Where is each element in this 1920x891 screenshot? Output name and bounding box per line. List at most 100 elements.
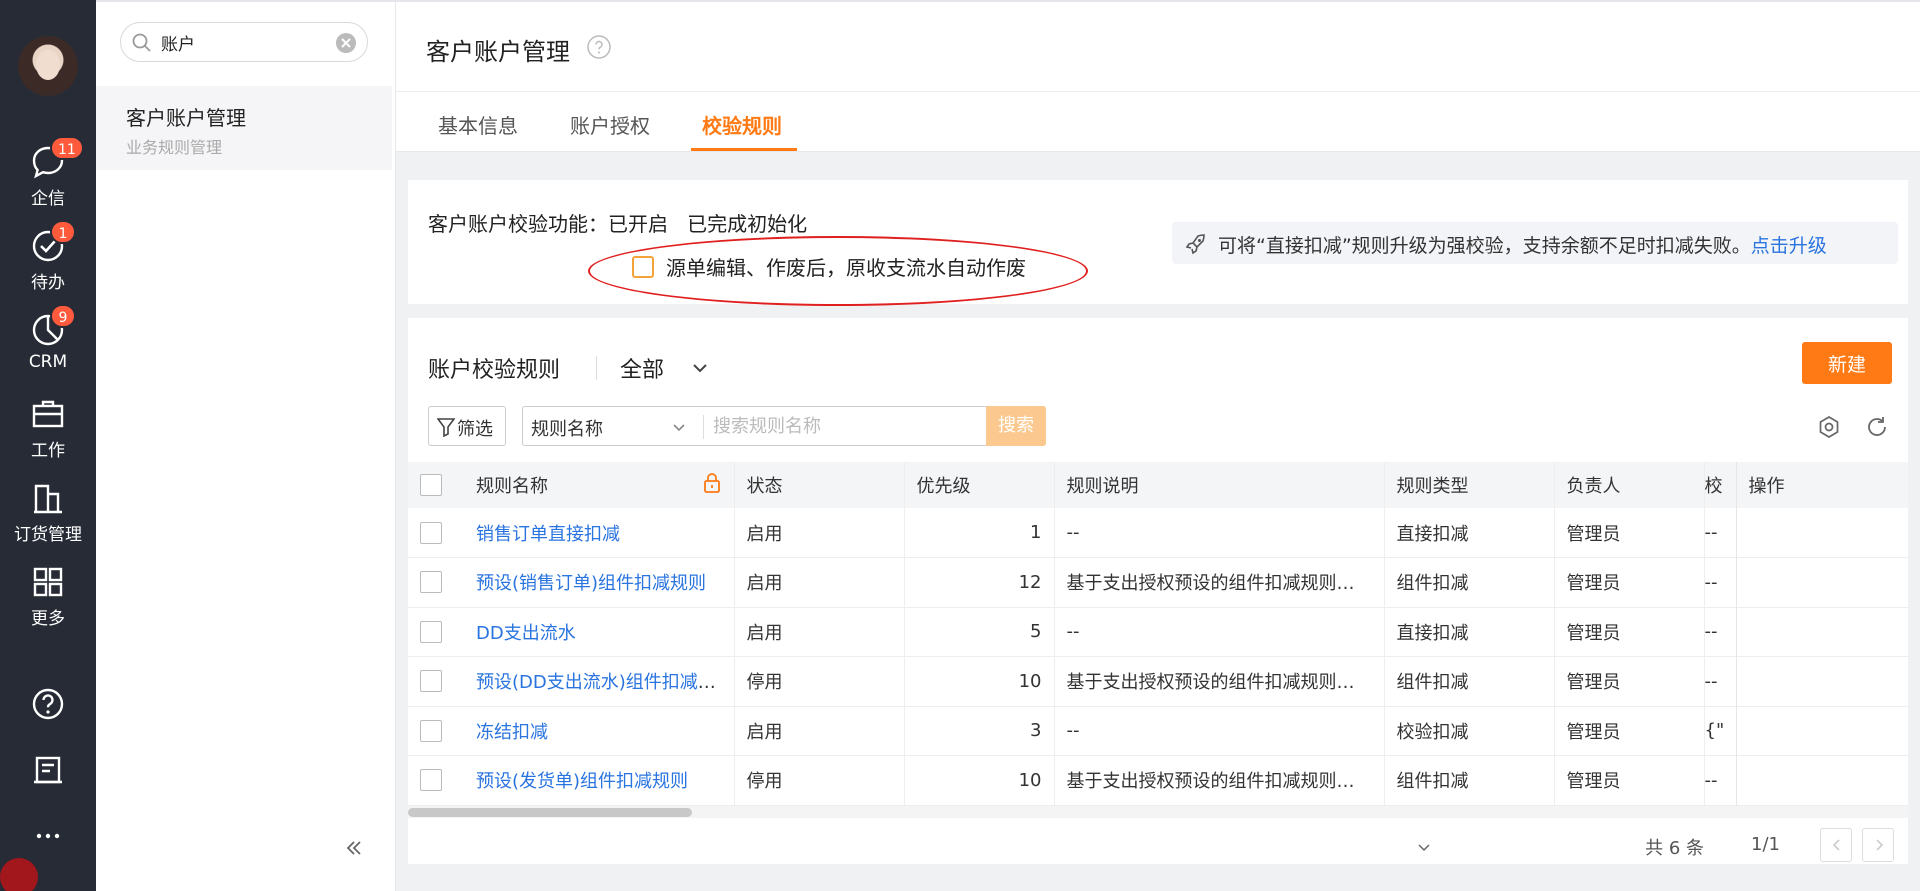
collapse-sidebar-icon[interactable] <box>344 838 364 858</box>
page-title: 客户账户管理 <box>426 38 570 66</box>
priority-cell: 12 <box>904 557 1055 607</box>
row-checkbox-cell <box>408 508 464 558</box>
rule-name-link[interactable]: 预设(发货单)组件扣减规则 <box>476 771 688 792</box>
nav-item-order[interactable]: 订货管理 <box>0 478 96 545</box>
rule-name-link[interactable]: 销售订单直接扣减 <box>476 524 620 545</box>
help-circle-icon <box>32 688 64 720</box>
upgrade-tip-text: 可将“直接扣减”规则升级为强校验，支持余额不足时扣减失败。点击升级 <box>1218 231 1827 258</box>
page-header: 客户账户管理 <box>396 2 1920 92</box>
sidebar-search[interactable] <box>120 22 368 62</box>
nav-item-work[interactable]: 工作 <box>0 394 96 461</box>
col-extra[interactable]: 校 <box>1704 462 1736 508</box>
row-checkbox[interactable] <box>420 521 442 544</box>
sidebar-item-title: 客户账户管理 <box>126 106 246 130</box>
horizontal-scrollbar[interactable] <box>408 806 1908 818</box>
scrollbar-thumb[interactable] <box>408 808 692 817</box>
nav-more-dots[interactable] <box>0 816 96 856</box>
select-all-cell <box>408 462 464 508</box>
nav-help[interactable] <box>0 684 96 724</box>
row-checkbox[interactable] <box>420 571 442 594</box>
next-page-button[interactable] <box>1862 828 1894 862</box>
filter-button[interactable]: 筛选 <box>428 406 506 446</box>
tab-account-auth[interactable]: 账户授权 <box>570 110 650 139</box>
search-button[interactable]: 搜索 <box>986 406 1046 446</box>
row-checkbox-cell <box>408 756 464 806</box>
upgrade-link[interactable]: 点击升级 <box>1751 235 1827 257</box>
sidebar-item-subtitle: 业务规则管理 <box>126 138 223 157</box>
chevron-right-icon <box>1876 839 1884 851</box>
grid-icon <box>33 567 63 597</box>
description-cell: 基于支出授权预设的组件扣减规则… <box>1054 755 1385 805</box>
nav-item-todo[interactable]: 1 待办 <box>0 220 96 293</box>
chevron-down-icon[interactable] <box>1417 840 1431 854</box>
rule-name-cell: 预设(发货单)组件扣减规则 <box>464 755 735 805</box>
row-checkbox[interactable] <box>420 670 442 693</box>
sidebar-item-customer-account[interactable]: 客户账户管理 业务规则管理 <box>96 86 392 170</box>
nav-item-crm[interactable]: 9 CRM <box>0 304 96 372</box>
chevron-down-icon[interactable] <box>671 419 687 435</box>
rule-search-input[interactable] <box>713 413 973 439</box>
nav-notebook[interactable] <box>0 750 96 790</box>
col-rule-type[interactable]: 规则类型 <box>1384 462 1555 508</box>
refresh-icon[interactable] <box>1864 414 1890 440</box>
actions-cell <box>1735 607 1908 657</box>
settings-icon[interactable] <box>1816 414 1842 440</box>
left-nav: 11 企信 1 待办 9 CRM 工作 订货管理 更多 <box>0 0 96 891</box>
rule-search-bar: 规则名称 搜索 <box>522 406 1046 446</box>
auto-void-checkbox[interactable] <box>632 256 654 278</box>
rule-name-link[interactable]: 预设(销售订单)组件扣减规则 <box>476 573 706 594</box>
table-header: 规则名称 状态 优先级 规则说明 规则类型 负责人 校 操作 <box>408 462 1908 508</box>
col-description[interactable]: 规则说明 <box>1054 462 1385 508</box>
rule-name-link[interactable]: DD支出流水 <box>476 623 576 644</box>
col-rule-name[interactable]: 规则名称 <box>464 462 735 508</box>
total-count: 共 6 条 <box>1645 838 1704 859</box>
status-dot[interactable] <box>0 858 38 891</box>
auto-void-checkbox-label[interactable]: 源单编辑、作废后，原收支流水自动作废 <box>666 252 1026 281</box>
row-checkbox-cell <box>408 657 464 707</box>
nav-label-todo: 待办 <box>31 273 65 293</box>
chevron-down-icon[interactable] <box>690 358 710 378</box>
field-select[interactable]: 规则名称 <box>531 415 603 441</box>
help-icon[interactable] <box>586 34 612 60</box>
rule-name-link[interactable]: 冻结扣减 <box>476 722 548 743</box>
upgrade-tip-message: 可将“直接扣减”规则升级为强校验，支持余额不足时扣减失败。 <box>1218 235 1751 257</box>
row-checkbox-cell <box>408 706 464 756</box>
tab-validation-rules[interactable]: 校验规则 <box>702 110 782 139</box>
status-card: 客户账户校验功能：已开启 已完成初始化 源单编辑、作废后，原收支流水自动作废 可… <box>408 180 1908 306</box>
nav-item-qixin[interactable]: 11 企信 <box>0 136 96 209</box>
rule-name-link[interactable]: 预设(DD支出流水)组件扣减规则 <box>476 672 733 693</box>
owner-cell: 管理员 <box>1554 755 1705 805</box>
prev-page-button[interactable] <box>1820 828 1852 862</box>
row-checkbox[interactable] <box>420 769 442 792</box>
avatar[interactable] <box>18 36 78 96</box>
col-rule-name-label: 规则名称 <box>476 476 548 497</box>
owner-cell: 管理员 <box>1554 656 1705 706</box>
row-checkbox-cell <box>408 558 464 608</box>
page-select[interactable]: 1/1 <box>1751 834 1780 855</box>
row-checkbox[interactable] <box>420 620 442 643</box>
col-status[interactable]: 状态 <box>734 462 905 508</box>
sidebar-search-input[interactable] <box>161 29 321 55</box>
rules-card: 账户校验规则 全部 新建 筛选 规则名称 搜索 规则名称 搜索 规则名称 状态 … <box>408 318 1908 864</box>
row-checkbox[interactable] <box>420 719 442 742</box>
owner-cell: 管理员 <box>1554 607 1705 657</box>
nav-label-work: 工作 <box>31 441 65 461</box>
table-row: 预设(销售订单)组件扣减规则 启用 12 基于支出授权预设的组件扣减规则… 组件… <box>408 557 1908 608</box>
tab-basic-info[interactable]: 基本信息 <box>438 110 518 139</box>
rule-name-cell: 预设(销售订单)组件扣减规则 <box>464 557 735 607</box>
clear-icon[interactable] <box>335 32 357 54</box>
secondary-sidebar: 客户账户管理 业务规则管理 <box>96 2 396 891</box>
col-owner[interactable]: 负责人 <box>1554 462 1705 508</box>
select-all-checkbox[interactable] <box>420 474 442 496</box>
col-priority[interactable]: 优先级 <box>904 462 1055 508</box>
rules-title: 账户校验规则 <box>428 358 561 383</box>
lock-icon[interactable] <box>702 472 722 494</box>
scope-dropdown[interactable]: 全部 <box>620 352 664 384</box>
nav-item-more[interactable]: 更多 <box>0 562 96 629</box>
priority-cell: 1 <box>904 508 1055 558</box>
table-row: 冻结扣减 启用 3 -- 校验扣减 管理员 {" <box>408 706 1908 756</box>
rocket-icon <box>1185 234 1205 255</box>
table-row: 预设(发货单)组件扣减规则 停用 10 基于支出授权预设的组件扣减规则… 组件扣… <box>408 755 1908 806</box>
new-rule-button[interactable]: 新建 <box>1802 342 1892 384</box>
owner-cell: 管理员 <box>1554 557 1705 607</box>
